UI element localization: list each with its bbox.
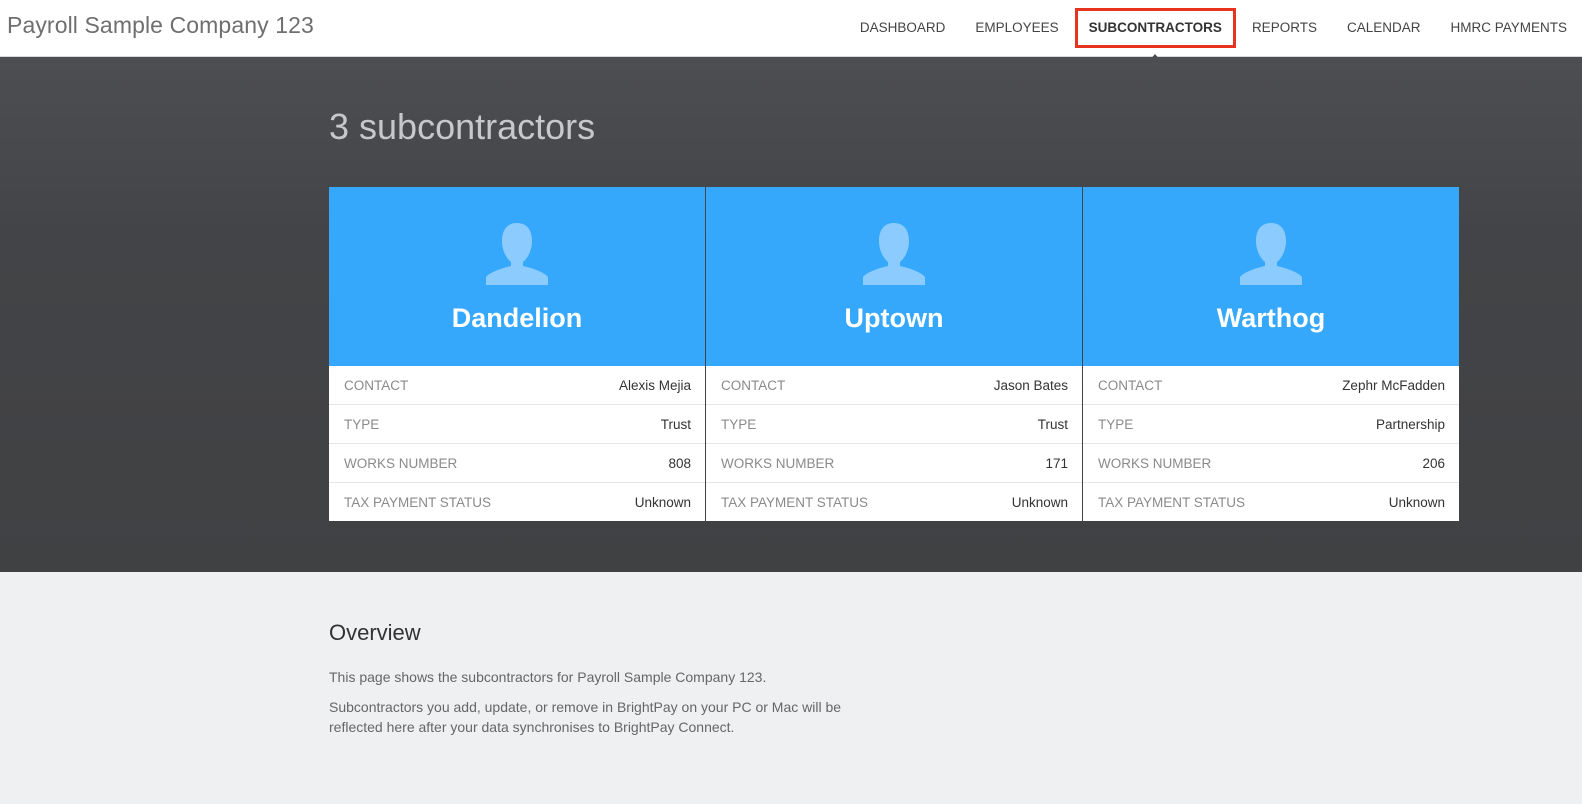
nav-calendar[interactable]: CALENDAR: [1332, 8, 1436, 48]
row-label: TYPE: [721, 416, 757, 432]
row-label: TAX PAYMENT STATUS: [344, 494, 492, 510]
detail-row-tax-status: TAX PAYMENT STATUS Unknown: [706, 482, 1082, 521]
user-silhouette-icon: [486, 223, 548, 285]
row-value: Unknown: [1011, 494, 1068, 510]
row-value: Unknown: [1388, 494, 1445, 510]
row-value: Trust: [660, 416, 691, 432]
company-title[interactable]: Payroll Sample Company 123: [7, 12, 314, 39]
detail-row-works-number: WORKS NUMBER 171: [706, 443, 1082, 482]
nav-reports[interactable]: REPORTS: [1237, 8, 1332, 48]
row-label: WORKS NUMBER: [344, 455, 458, 471]
row-label: WORKS NUMBER: [721, 455, 835, 471]
row-value: 808: [668, 455, 691, 471]
detail-row-contact: CONTACT Jason Bates: [706, 366, 1082, 404]
detail-row-type: TYPE Trust: [329, 404, 705, 443]
nav-employees[interactable]: EMPLOYEES: [960, 8, 1073, 48]
row-value: 171: [1045, 455, 1068, 471]
detail-row-works-number: WORKS NUMBER 808: [329, 443, 705, 482]
detail-row-tax-status: TAX PAYMENT STATUS Unknown: [1083, 482, 1459, 521]
nav-dashboard[interactable]: DASHBOARD: [845, 8, 961, 48]
detail-row-type: TYPE Partnership: [1083, 404, 1459, 443]
detail-row-works-number: WORKS NUMBER 206: [1083, 443, 1459, 482]
row-value: 206: [1422, 455, 1445, 471]
card-details: CONTACT Jason Bates TYPE Trust WORKS NUM…: [706, 366, 1082, 521]
detail-row-type: TYPE Trust: [706, 404, 1082, 443]
row-label: TYPE: [344, 416, 380, 432]
subcontractor-card[interactable]: Dandelion CONTACT Alexis Mejia TYPE Trus…: [329, 187, 705, 521]
row-value: Jason Bates: [993, 377, 1068, 393]
row-label: CONTACT: [721, 377, 786, 393]
detail-row-contact: CONTACT Zephr McFadden: [1083, 366, 1459, 404]
row-label: TYPE: [1098, 416, 1134, 432]
user-silhouette-icon: [863, 223, 925, 285]
overview-section: Overview This page shows the subcontract…: [329, 620, 869, 747]
top-header: Payroll Sample Company 123 DASHBOARD EMP…: [0, 0, 1582, 61]
card-header: Dandelion: [329, 187, 705, 366]
card-details: CONTACT Alexis Mejia TYPE Trust WORKS NU…: [329, 366, 705, 521]
row-value: Zephr McFadden: [1342, 377, 1445, 393]
row-label: TAX PAYMENT STATUS: [721, 494, 869, 510]
row-value: Alexis Mejia: [618, 377, 691, 393]
overview-title: Overview: [329, 620, 421, 645]
subcontractor-name: Dandelion: [451, 303, 583, 333]
subcontractor-card[interactable]: Warthog CONTACT Zephr McFadden TYPE Part…: [1083, 187, 1459, 521]
row-label: CONTACT: [344, 377, 409, 393]
subcontractors-section: 3 subcontractors Dandelion CONTACT Alexi…: [0, 57, 1582, 572]
overview-paragraph: This page shows the subcontractors for P…: [329, 669, 767, 685]
page-title: 3 subcontractors: [329, 106, 596, 147]
nav-subcontractors[interactable]: SUBCONTRACTORS: [1074, 8, 1236, 61]
subcontractor-name: Warthog: [1216, 303, 1326, 333]
nav-subcontractors-label: SUBCONTRACTORS: [1088, 20, 1222, 35]
detail-row-contact: CONTACT Alexis Mejia: [329, 366, 705, 404]
card-header: Uptown: [706, 187, 1082, 366]
overview-paragraph: Subcontractors you add, update, or remov…: [329, 699, 842, 735]
detail-row-tax-status: TAX PAYMENT STATUS Unknown: [329, 482, 705, 521]
nav-hmrc-payments[interactable]: HMRC PAYMENTS: [1435, 8, 1582, 48]
subcontractor-card[interactable]: Uptown CONTACT Jason Bates TYPE Trust WO…: [706, 187, 1082, 521]
subcontractor-name: Uptown: [844, 303, 944, 333]
card-header: Warthog: [1083, 187, 1459, 366]
row-label: TAX PAYMENT STATUS: [1098, 494, 1246, 510]
user-silhouette-icon: [1240, 223, 1302, 285]
row-value: Unknown: [634, 494, 691, 510]
main-nav: DASHBOARD EMPLOYEES SUBCONTRACTORS REPOR…: [845, 0, 1582, 61]
row-label: WORKS NUMBER: [1098, 455, 1212, 471]
subcontractor-cards: Dandelion CONTACT Alexis Mejia TYPE Trus…: [329, 187, 1459, 521]
row-value: Partnership: [1375, 416, 1445, 432]
card-details: CONTACT Zephr McFadden TYPE Partnership …: [1083, 366, 1459, 521]
row-label: CONTACT: [1098, 377, 1163, 393]
row-value: Trust: [1037, 416, 1068, 432]
